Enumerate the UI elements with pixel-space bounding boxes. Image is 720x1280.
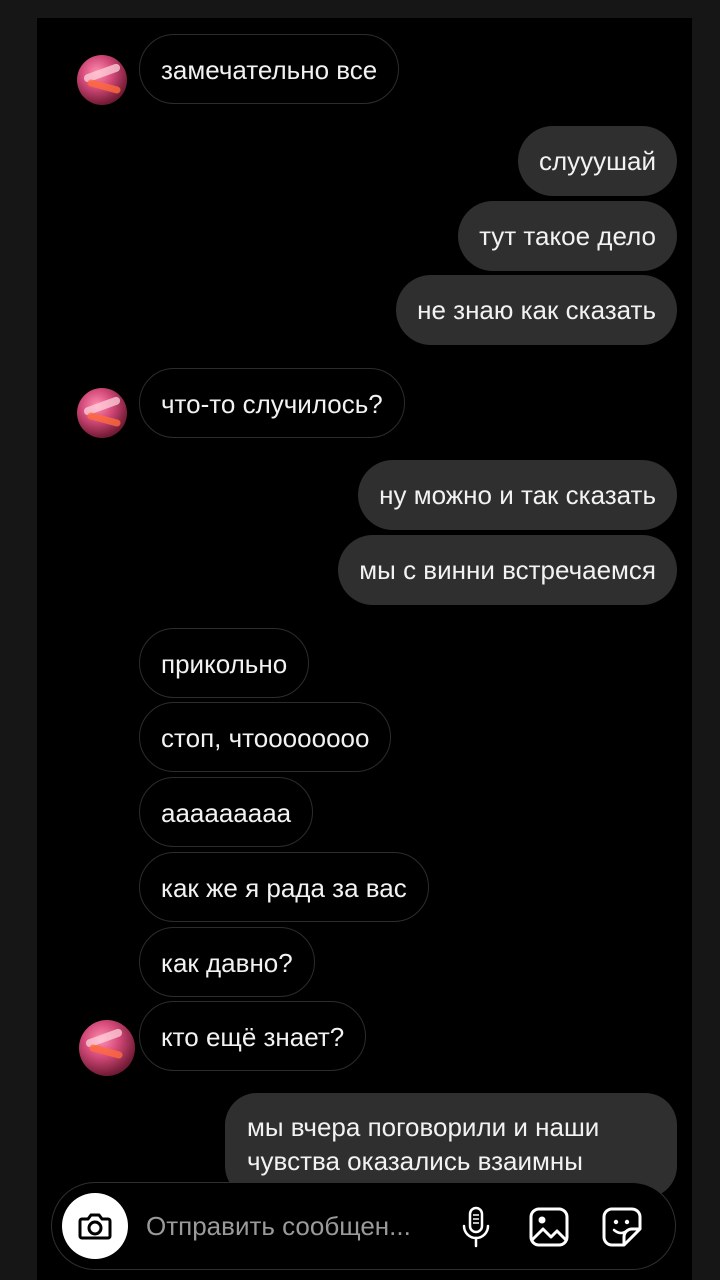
voice-message-button[interactable]: [454, 1205, 498, 1249]
microphone-icon: [462, 1206, 490, 1248]
outgoing-message[interactable]: мы с винни встречаемся: [338, 535, 677, 605]
message-input[interactable]: [146, 1206, 446, 1246]
incoming-message[interactable]: кто ещё знает?: [139, 1001, 367, 1071]
camera-button[interactable]: [62, 1193, 128, 1259]
incoming-message[interactable]: как давно?: [139, 927, 315, 997]
sticker-icon: [602, 1207, 642, 1247]
incoming-message[interactable]: прикольно: [139, 628, 310, 698]
incoming-message[interactable]: замечательно все: [139, 34, 400, 104]
message-thread: замечательно все слууушай тут такое дело…: [37, 18, 692, 1198]
outgoing-message[interactable]: тут такое дело: [458, 201, 677, 271]
sticker-button[interactable]: [600, 1205, 644, 1249]
incoming-message[interactable]: как же я рада за вас: [139, 852, 429, 922]
incoming-message[interactable]: ааааааааа: [139, 777, 314, 847]
gallery-button[interactable]: [527, 1205, 571, 1249]
contact-avatar[interactable]: [79, 1020, 135, 1076]
incoming-message[interactable]: стоп, чтооооoooo: [139, 702, 392, 772]
dm-screen: замечательно все слууушай тут такое дело…: [37, 18, 692, 1280]
contact-avatar[interactable]: [77, 55, 127, 105]
camera-icon: [78, 1213, 112, 1240]
outgoing-message[interactable]: ну можно и так сказать: [358, 460, 677, 530]
gallery-icon: [529, 1207, 569, 1247]
contact-avatar[interactable]: [77, 388, 127, 438]
outgoing-message[interactable]: не знаю как сказать: [396, 275, 677, 345]
incoming-message[interactable]: что-то случилось?: [139, 368, 405, 438]
message-composer: [51, 1182, 676, 1270]
outgoing-message[interactable]: слууушай: [517, 126, 677, 196]
